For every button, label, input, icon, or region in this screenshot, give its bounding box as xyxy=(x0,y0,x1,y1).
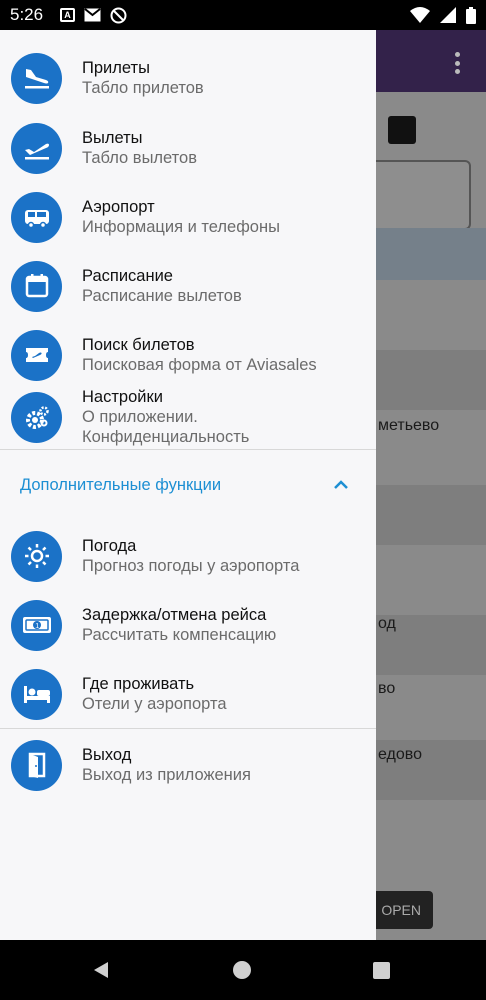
item-subtitle: Информация и телефоны xyxy=(82,218,280,236)
section-header-extra-features[interactable]: Дополнительные функции xyxy=(20,476,221,495)
item-subtitle: Табло вылетов xyxy=(82,149,197,167)
sun-icon xyxy=(11,530,62,582)
menu-item-departures[interactable]: Вылеты Табло вылетов xyxy=(0,113,376,183)
system-nav-bar xyxy=(0,940,486,1000)
back-icon[interactable] xyxy=(92,961,110,979)
background-band xyxy=(376,228,486,280)
item-title: Прилеты xyxy=(82,59,150,77)
a-icon: A xyxy=(60,8,75,22)
background-open-button: OPEN xyxy=(376,891,433,929)
item-subtitle: Отели у аэропорта xyxy=(82,695,227,713)
vpn-icon xyxy=(110,7,127,23)
background-text: од xyxy=(378,615,396,632)
item-subtitle: О приложении. xyxy=(82,408,198,426)
status-bar: 5:26 A ! xyxy=(0,0,486,30)
plane-landing-icon xyxy=(11,52,62,104)
background-calendar-icon xyxy=(388,116,416,144)
item-title: Аэропорт xyxy=(82,198,155,216)
menu-item-accommodation[interactable]: Где проживать Отели у аэропорта xyxy=(0,659,376,729)
money-icon: 1 xyxy=(11,599,62,651)
divider xyxy=(0,449,376,450)
menu-item-airport[interactable]: Аэропорт Информация и телефоны xyxy=(0,182,376,252)
wifi-icon xyxy=(410,7,430,23)
navigation-drawer: Прилеты Табло прилетов Вылеты Табло выле… xyxy=(0,30,376,940)
menu-item-flight-delay[interactable]: 1 Задержка/отмена рейса Рассчитать компе… xyxy=(0,590,376,660)
divider xyxy=(0,728,376,729)
background-text: едово xyxy=(378,746,422,763)
background-text: во xyxy=(378,680,396,697)
item-subtitle: Выход из приложения xyxy=(82,766,251,784)
gmail-icon xyxy=(84,8,101,22)
item-subtitle: Табло прилетов xyxy=(82,79,204,97)
background-field xyxy=(376,160,471,230)
svg-text:1: 1 xyxy=(35,623,39,630)
item-title: Задержка/отмена рейса xyxy=(82,606,267,624)
item-title: Где проживать xyxy=(82,675,195,693)
item-subtitle: Поисковая форма от Aviasales xyxy=(82,356,317,374)
item-title: Настройки xyxy=(82,388,163,406)
item-subtitle: Расписание вылетов xyxy=(82,287,242,305)
ticket-icon xyxy=(11,329,62,381)
item-title: Поиск билетов xyxy=(82,336,195,354)
item-title: Погода xyxy=(82,537,137,555)
menu-item-exit[interactable]: Выход Выход из приложения xyxy=(0,730,376,800)
settings-icon xyxy=(11,392,62,443)
chevron-up-icon[interactable] xyxy=(332,476,350,494)
battery-icon xyxy=(466,6,476,24)
item-title: Вылеты xyxy=(82,129,143,147)
background-text: метьево xyxy=(378,417,440,434)
bed-icon xyxy=(11,668,62,720)
bus-icon xyxy=(11,191,62,243)
home-icon[interactable] xyxy=(233,961,251,979)
plane-takeoff-icon xyxy=(11,122,62,174)
menu-item-settings[interactable]: Настройки О приложении. Конфиденциальнос… xyxy=(0,385,376,447)
calendar-icon xyxy=(11,260,62,312)
exit-door-icon xyxy=(11,739,62,791)
item-subtitle: Рассчитать компенсацию xyxy=(82,626,277,644)
menu-item-weather[interactable]: Погода Прогноз погоды у аэропорта xyxy=(0,521,376,591)
background-band xyxy=(376,350,486,410)
item-title: Расписание xyxy=(82,267,173,285)
recents-icon[interactable] xyxy=(373,962,390,979)
status-time: 5:26 xyxy=(10,5,44,24)
background-band xyxy=(376,485,486,545)
item-title: Выход xyxy=(82,746,132,764)
menu-item-ticket-search[interactable]: Поиск билетов Поисковая форма от Aviasal… xyxy=(0,320,376,390)
item-subtitle: Конфиденциальность xyxy=(82,428,250,446)
overflow-menu-icon xyxy=(454,52,460,74)
svg-text:!: ! xyxy=(441,9,444,19)
signal-icon: ! xyxy=(440,7,456,23)
item-subtitle: Прогноз погоды у аэропорта xyxy=(82,557,300,575)
menu-item-schedule[interactable]: Расписание Расписание вылетов xyxy=(0,251,376,321)
menu-item-arrivals[interactable]: Прилеты Табло прилетов xyxy=(0,43,376,113)
